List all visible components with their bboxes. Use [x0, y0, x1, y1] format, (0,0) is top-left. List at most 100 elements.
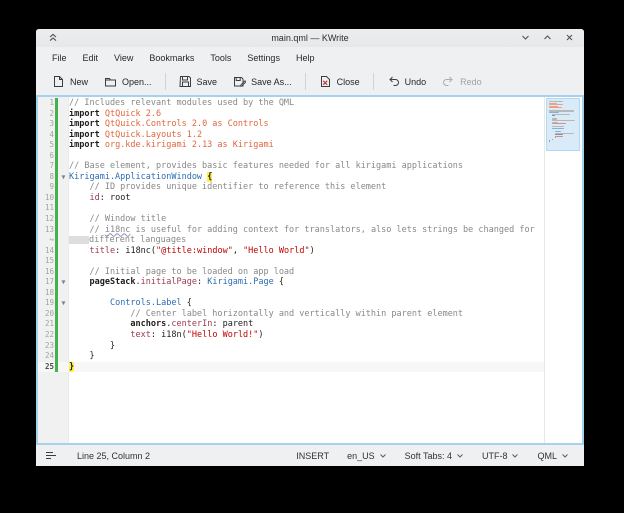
fold-column: [58, 140, 69, 151]
close-button[interactable]: [563, 31, 576, 44]
code-text: // Base element, provides basic features…: [69, 161, 545, 172]
code-text: // ID provides unique identifier to refe…: [69, 182, 545, 193]
line-number: 16: [38, 267, 55, 278]
line-number: 22: [38, 330, 55, 341]
line-number: 9: [38, 182, 55, 193]
fold-column: [58, 362, 69, 373]
encoding-selector[interactable]: UTF-8: [477, 448, 525, 464]
toolbar-button-label: Save: [197, 77, 218, 87]
statusbar-menu-icon[interactable]: [46, 451, 57, 460]
fold-column: [58, 182, 69, 193]
menu-view[interactable]: View: [106, 50, 141, 66]
fold-marker-icon[interactable]: ▼: [58, 172, 69, 183]
line-number: 1: [38, 98, 55, 109]
menu-help[interactable]: Help: [288, 50, 323, 66]
cursor-position[interactable]: Line 25, Column 2: [77, 451, 150, 461]
line-number: 19: [38, 298, 55, 309]
minimap-scrollbar[interactable]: [544, 97, 582, 443]
minimap-visible-range[interactable]: [546, 98, 580, 151]
code-line-13: 13 // i18nc is useful for adding context…: [38, 225, 545, 236]
code-text: different languages: [69, 235, 545, 246]
code-line-24: 24 }: [38, 351, 545, 362]
maximize-button[interactable]: [541, 31, 554, 44]
toolbar-button-label: Open...: [122, 77, 152, 87]
undo-button[interactable]: Undo: [379, 71, 435, 92]
line-number: 21: [38, 319, 55, 330]
fold-marker-icon[interactable]: ▼: [58, 298, 69, 309]
code-text: }: [69, 351, 545, 362]
menu-settings[interactable]: Settings: [239, 50, 288, 66]
code-text: import org.kde.kirigami 2.13 as Kirigami: [69, 140, 545, 151]
code-line-7: 7 // Base element, provides basic feature…: [38, 161, 545, 172]
redo-icon: [442, 75, 455, 88]
toolbar-separator: [165, 73, 166, 90]
syntax-mode-selector[interactable]: QML: [532, 448, 574, 464]
line-number: 25: [38, 362, 55, 373]
fold-column: [58, 109, 69, 120]
save-as-button[interactable]: Save As...: [225, 71, 300, 92]
fold-marker-icon[interactable]: ▼: [58, 277, 69, 288]
fold-column: [58, 235, 69, 246]
code-line-23: 23 }: [38, 341, 545, 352]
fold-column: [58, 341, 69, 352]
line-number: 24: [38, 351, 55, 362]
code-line-11: 11: [38, 203, 545, 214]
code-line-25: 25}: [38, 362, 545, 373]
code-text: [69, 151, 545, 162]
text-editor-view[interactable]: 1// Includes relevant modules used by th…: [36, 95, 584, 445]
code-text: pageStack.initialPage: Kirigami.Page {: [69, 277, 545, 288]
line-number: 6: [38, 151, 55, 162]
line-number: 4: [38, 130, 55, 141]
code-line-19: 19▼ Controls.Label {: [38, 298, 545, 309]
code-line-10: 10 id: root: [38, 193, 545, 204]
titlebar[interactable]: main.qml — KWrite: [36, 29, 584, 47]
menu-bookmarks[interactable]: Bookmarks: [141, 50, 202, 66]
code-text: // i18nc is useful for adding context fo…: [69, 225, 545, 236]
new-button[interactable]: New: [44, 71, 96, 92]
fold-column: [58, 246, 69, 257]
fold-column: [58, 267, 69, 278]
save-icon: [179, 75, 192, 88]
code-line-14: 14 title: i18nc("@title:window", "Hello …: [38, 246, 545, 257]
line-number: 7: [38, 161, 55, 172]
chevron-down-icon: [379, 453, 387, 459]
line-number: 12: [38, 214, 55, 225]
fold-column: [58, 98, 69, 109]
line-wrap-icon: ↪: [38, 235, 55, 246]
line-number: 15: [38, 256, 55, 267]
save-button[interactable]: Save: [171, 71, 226, 92]
code-text: Controls.Label {: [69, 298, 545, 309]
code-text: anchors.centerIn: parent: [69, 319, 545, 330]
toolbar-button-label: Undo: [405, 77, 427, 87]
code-area[interactable]: 1// Includes relevant modules used by th…: [38, 97, 545, 443]
menu-tools[interactable]: Tools: [202, 50, 239, 66]
code-line-16: 16 // Initial page to be loaded on app l…: [38, 267, 545, 278]
save-as-icon: [233, 75, 246, 88]
code-line-1: 1// Includes relevant modules used by th…: [38, 98, 545, 109]
minimize-button[interactable]: [519, 31, 532, 44]
input-mode[interactable]: INSERT: [291, 448, 334, 464]
code-text: [69, 256, 545, 267]
dictionary-selector[interactable]: en_US: [342, 448, 392, 464]
fold-column: [58, 225, 69, 236]
open-button[interactable]: Open...: [96, 71, 160, 92]
code-text: id: root: [69, 193, 545, 204]
minimap-line: [549, 140, 577, 141]
code-line-3: 3import QtQuick.Controls 2.0 as Controls: [38, 119, 545, 130]
close-button[interactable]: Close: [311, 71, 368, 92]
code-text: text: i18n("Hello World!"): [69, 330, 545, 341]
line-number: 10: [38, 193, 55, 204]
keep-above-icon[interactable]: [48, 32, 58, 43]
line-number: 2: [38, 109, 55, 120]
toolbar-button-label: Redo: [460, 77, 482, 87]
code-text: import QtQuick.Controls 2.0 as Controls: [69, 119, 545, 130]
menu-edit[interactable]: Edit: [75, 50, 107, 66]
menu-file[interactable]: File: [44, 50, 75, 66]
fold-column: [58, 256, 69, 267]
code-text: // Initial page to be loaded on app load: [69, 267, 545, 278]
close-document-icon: [319, 75, 332, 88]
fold-column: [58, 193, 69, 204]
code-text: // Center label horizontally and vertica…: [69, 309, 545, 320]
code-line-20: 20 // Center label horizontally and vert…: [38, 309, 545, 320]
tab-mode-selector[interactable]: Soft Tabs: 4: [400, 448, 469, 464]
